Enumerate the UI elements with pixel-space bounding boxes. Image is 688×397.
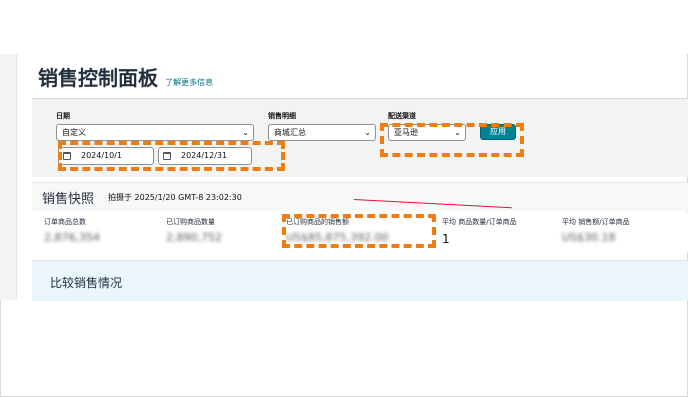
chevron-down-icon: ⌄ <box>242 128 249 137</box>
learn-more-link[interactable]: 了解更多信息 <box>165 78 213 87</box>
date-range-select[interactable]: 自定义 ⌄ <box>56 124 254 141</box>
metric-label: 订单商品总数 <box>44 218 86 226</box>
left-sidebar-edge <box>0 54 17 300</box>
breakdown-value: 商城汇总 <box>274 128 306 137</box>
date-range-value: 自定义 <box>62 128 86 137</box>
breakdown-label: 销售明细 <box>268 112 296 120</box>
snapshot-header: 销售快照 拍摄于 2025/1/20 GMT-8 23:02:30 <box>32 182 688 211</box>
chevron-down-icon: ⌄ <box>364 128 371 137</box>
metric-value: 1 <box>442 232 450 246</box>
breakdown-select[interactable]: 商城汇总 ⌄ <box>268 124 376 141</box>
annotation-box-channel <box>380 123 524 157</box>
metric-value: 2,890,752 <box>166 231 222 244</box>
compare-sales-section[interactable]: 比较销售情况 <box>32 260 688 301</box>
metric-value: 2,876,354 <box>44 231 100 244</box>
snapshot-timestamp: 拍摄于 2025/1/20 GMT-8 23:02:30 <box>108 193 242 202</box>
date-label: 日期 <box>56 112 70 120</box>
compare-sales-title: 比较销售情况 <box>50 276 123 290</box>
snapshot-title: 销售快照 <box>42 192 95 207</box>
title-row: 销售控制面板 了解更多信息 <box>38 62 213 90</box>
metric-value: US$30.18 <box>562 231 616 244</box>
metric-label: 已订购商品数量 <box>166 218 215 226</box>
annotation-box-dates <box>58 141 285 171</box>
dashboard-content: 销售控制面板 了解更多信息 日期 自定义 ⌄ 2024/10/1 2024/12… <box>32 54 688 301</box>
metric-label: 平均 销售额/订单商品 <box>562 218 630 226</box>
channel-label: 配送渠道 <box>388 112 416 120</box>
metric-label: 平均 商品数量/订单商品 <box>442 218 517 226</box>
annotation-box-sales <box>282 214 436 248</box>
page-title: 销售控制面板 <box>38 66 158 90</box>
top-blank-area <box>0 0 688 54</box>
